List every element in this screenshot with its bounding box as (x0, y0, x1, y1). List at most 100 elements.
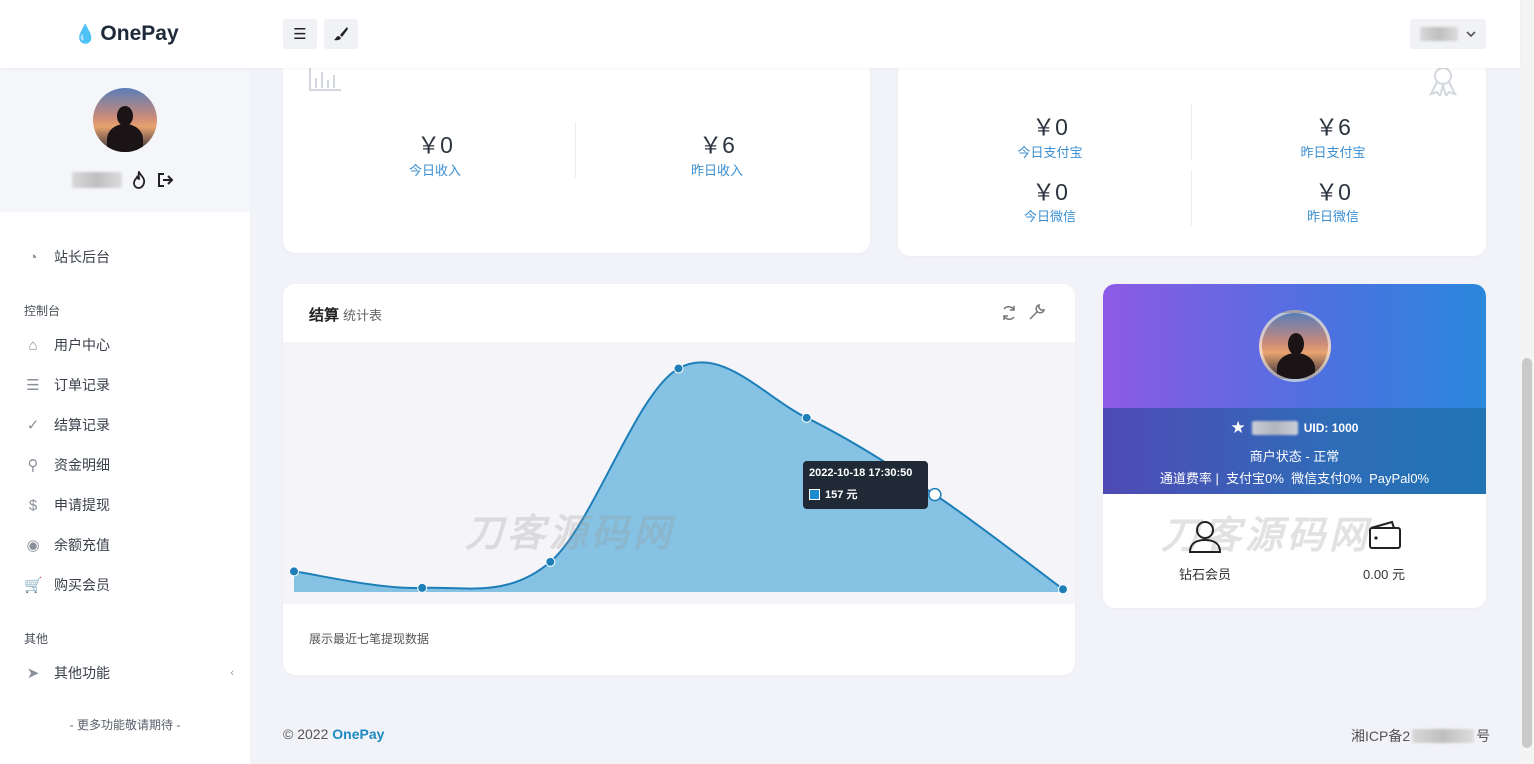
dollar-icon: $ (28, 496, 38, 514)
search-icon: ⚲ (27, 457, 39, 474)
footer-brand-link[interactable]: OnePay (332, 726, 384, 742)
sidebar-item-withdraw[interactable]: $ 申请提现 (24, 495, 110, 515)
sidebar-item-funds[interactable]: ⚲ 资金明细 (24, 455, 111, 475)
divider (575, 122, 576, 178)
wallet-icon[interactable] (1368, 520, 1402, 550)
sidebar-item-recharge[interactable]: ◉ 余额充值 (24, 535, 110, 555)
member-level-label: 钻石会员 (1178, 567, 1231, 582)
chart-footer-note: 展示最近七笔提现数据 (309, 632, 430, 646)
cart-icon: 🛒 (24, 577, 43, 594)
sidebar-item-user-center[interactable]: ⌂ 用户中心 (24, 335, 110, 355)
brush-icon (334, 27, 348, 41)
sidebar-item-settlements[interactable]: ✓ 结算记录 (24, 415, 110, 435)
divider (1191, 104, 1192, 160)
logo[interactable]: 💧 OnePay (74, 22, 179, 46)
wrench-icon[interactable] (1028, 303, 1046, 321)
sidebar-item-orders[interactable]: ☰ 订单记录 (24, 375, 110, 395)
icp-number-redacted (1412, 729, 1475, 743)
user-dropdown[interactable] (1410, 19, 1486, 49)
menu-toggle-button[interactable]: ☰ (283, 19, 317, 49)
income-card: ￥0 今日收入 ￥6 昨日收入 (283, 60, 870, 253)
top-bar: 💧 OnePay ☰ (0, 0, 1520, 68)
dashboard-icon: ◔ (28, 248, 38, 266)
chart-title: 结算 统计表 (309, 304, 382, 325)
today-wechat-label: 今日微信 (1023, 209, 1076, 224)
profile-card: ★ UID: 1000 商户状态 - 正常 通道费率 | 支付宝0% 微信支付0… (1103, 284, 1486, 608)
footer-icp[interactable]: 湘ICP备2 号 (1351, 726, 1490, 746)
sidebar-item-label: 用户中心 (54, 337, 110, 353)
sidebar-item-other-features[interactable]: ➤ 其他功能 ‹ (24, 663, 234, 683)
footer-copyright: © 2022 OnePay (283, 726, 384, 742)
today-income-value: ￥0 (417, 132, 453, 158)
flame-icon[interactable] (132, 171, 146, 189)
today-income-label: 今日收入 (408, 163, 461, 178)
chart-subtitle: 统计表 (343, 308, 383, 323)
home-icon: ⌂ (28, 336, 38, 354)
chart-point-2[interactable] (417, 582, 428, 593)
check-circle-icon: ✓ (26, 417, 40, 434)
settlement-chart-card: 结算 统计表 刀客源码网 展示最近七笔提现数据 (283, 284, 1075, 675)
chart-point-7[interactable] (1058, 584, 1068, 595)
menu-icon: ☰ (293, 26, 307, 43)
yesterday-income-label: 昨日收入 (690, 163, 743, 178)
yesterday-alipay-value: ￥6 (1315, 114, 1351, 140)
yesterday-alipay-label: 昨日支付宝 (1300, 145, 1366, 160)
theme-button[interactable] (324, 19, 358, 49)
chart-point-1[interactable] (289, 566, 299, 577)
chart-plot-area (283, 342, 1075, 604)
today-wechat-value: ￥0 (1032, 179, 1068, 205)
chevron-left-icon: ‹ (230, 667, 234, 679)
logout-icon[interactable] (157, 172, 175, 188)
refresh-icon[interactable] (1000, 304, 1018, 322)
nav-group-console: 控制台 (24, 304, 61, 318)
sidebar-item-label: 购买会员 (54, 577, 110, 593)
username-redacted (1420, 27, 1458, 41)
icp-suffix: 号 (1476, 728, 1491, 744)
sidebar-item-admin[interactable]: ◔ 站长后台 (24, 247, 110, 267)
channel-card: ￥0 今日支付宝 ￥6 昨日支付宝 ￥0 今日微信 ￥0 昨日微信 (898, 60, 1486, 256)
profile-avatar[interactable] (1259, 310, 1331, 382)
chart-title-text: 结算 (309, 307, 340, 324)
profile-status: 商户状态 - 正常 (1249, 449, 1340, 464)
sidebar-item-label: 其他功能 (54, 665, 110, 681)
sidebar-username-redacted (72, 172, 122, 188)
sidebar-item-label: 申请提现 (54, 497, 110, 513)
icp-prefix: 湘ICP备2 (1351, 728, 1411, 744)
rocket-icon: ➤ (26, 665, 40, 682)
sidebar-footer-note: - 更多功能敬请期待 - (69, 718, 181, 732)
chart-point-4[interactable] (673, 363, 684, 374)
chart-series-area (294, 362, 1063, 592)
sidebar-item-membership[interactable]: 🛒 购买会员 (24, 575, 110, 595)
star-icon: ★ (1230, 418, 1246, 437)
yesterday-wechat-label: 昨日微信 (1306, 209, 1359, 224)
balance-value: 0.00 元 (1363, 567, 1405, 582)
watermark: 刀客源码网 (465, 513, 676, 555)
scrollbar-thumb[interactable] (1522, 358, 1532, 748)
profile-name-row: ★ UID: 1000 (1103, 418, 1486, 438)
profile-username-redacted (1251, 421, 1298, 435)
today-alipay-value: ￥0 (1032, 114, 1068, 140)
coin-icon: ◉ (26, 537, 40, 554)
drop-icon: 💧 (74, 23, 97, 44)
list-icon: ☰ (26, 377, 40, 394)
chart-point-6[interactable] (928, 487, 942, 502)
nav-group-other: 其他 (24, 632, 49, 646)
profile-uid: UID: 1000 (1303, 421, 1359, 435)
logo-text: OnePay (100, 22, 179, 45)
tooltip-date: 2022-10-18 17:30:50 (809, 467, 913, 479)
profile-rates: 通道费率 | 支付宝0% 微信支付0% PayPal0% (1159, 471, 1430, 486)
today-alipay-label: 今日支付宝 (1017, 145, 1083, 160)
chart-point-5[interactable] (801, 412, 812, 423)
chart-tooltip: 2022-10-18 17:30:50 157 元 (803, 461, 928, 509)
chevron-down-icon (1466, 31, 1476, 38)
sidebar-item-label: 余额充值 (54, 537, 110, 553)
copyright-text: © 2022 (283, 726, 329, 742)
sidebar-user-panel (0, 68, 250, 212)
tooltip-swatch (809, 488, 820, 500)
award-icon (1429, 67, 1457, 96)
avatar[interactable] (93, 88, 157, 152)
user-icon[interactable] (1188, 519, 1222, 553)
bar-chart-icon (309, 66, 341, 91)
chart-point-3[interactable] (545, 556, 556, 567)
yesterday-wechat-value: ￥0 (1315, 179, 1351, 205)
